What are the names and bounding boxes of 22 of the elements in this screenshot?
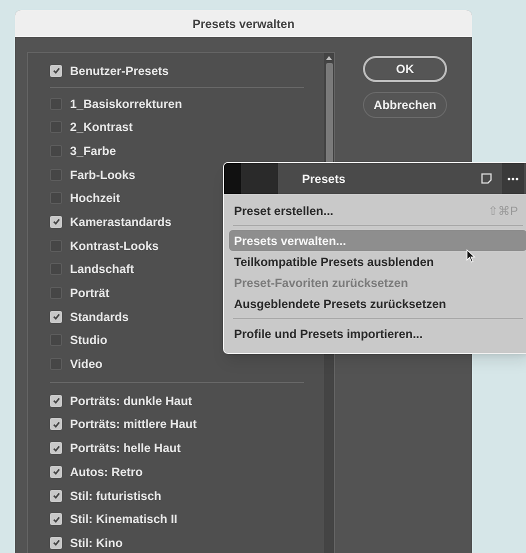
preset-label: Porträt [70,285,110,302]
preset-label: Benutzer-Presets [70,62,169,80]
preset-label: Stil: Kinematisch II [70,511,178,528]
preset-label: Kontrast-Looks [70,238,159,255]
preset-label: Stil: futuristisch [70,488,162,505]
preset-label: 1_Basiskorrekturen [70,96,182,113]
preset-label: Hochzeit [70,190,120,208]
preset-label: Landschaft [70,261,134,278]
preset-label: Porträts: mittlere Haut [70,416,197,434]
panel-title: Presets [302,170,346,188]
preset-label: Porträts: helle Haut [70,440,181,458]
preset-label: Autos: Retro [70,464,143,481]
preset-label: 3_Farbe [70,142,116,160]
preset-label: Porträts: dunkle Haut [70,392,192,410]
preset-label: Stil: Kino [70,534,123,552]
window-title: Presets verwalten [192,16,295,32]
preset-label: 2_Kontrast [70,119,133,136]
preset-label: Kamerastandards [70,214,172,231]
preset-label: Standards [70,308,129,326]
preset-label: Farb-Looks [70,166,136,184]
preset-label: Video [70,356,102,374]
preset-label: Studio [70,332,108,350]
